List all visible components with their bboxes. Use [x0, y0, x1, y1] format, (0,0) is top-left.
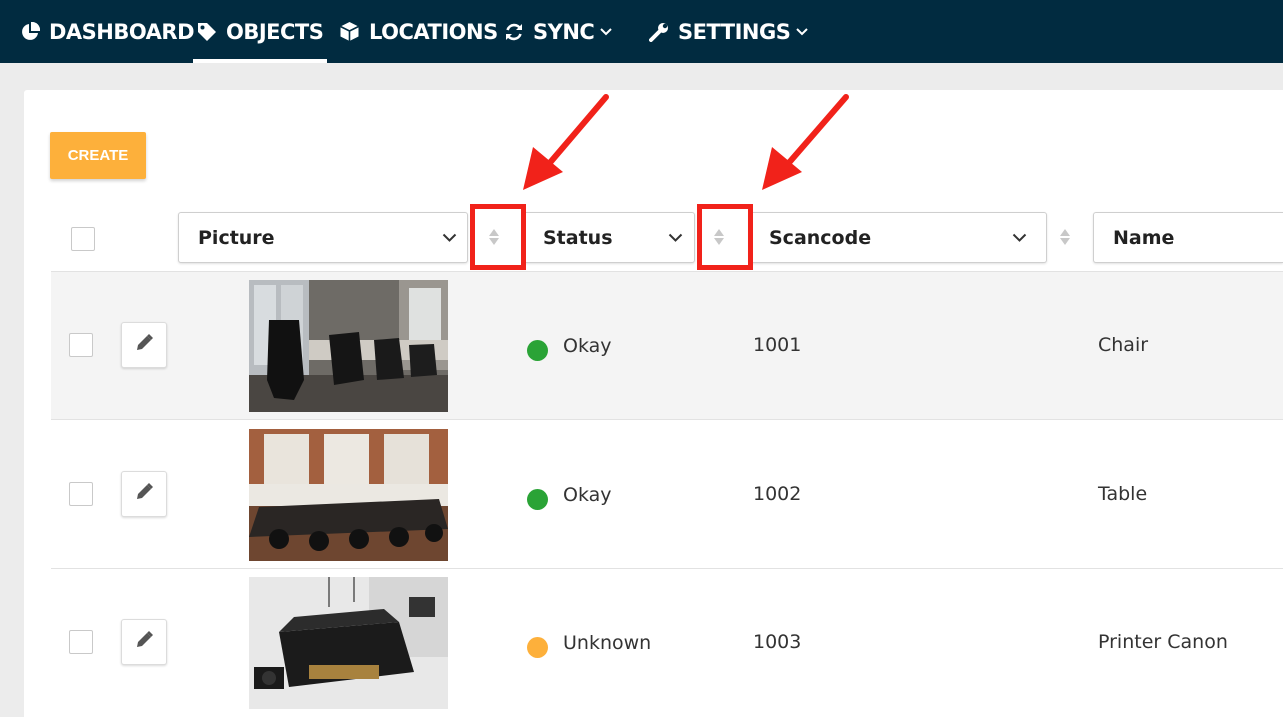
row-checkbox[interactable]: [69, 630, 93, 654]
table-row[interactable]: Okay 1001 Chair: [51, 272, 1283, 420]
table-row[interactable]: Okay 1002 Table: [51, 421, 1283, 569]
edit-button[interactable]: [121, 619, 167, 665]
scancode-text: 1003: [753, 631, 802, 653]
sort-icon[interactable]: [1058, 226, 1072, 248]
edit-button[interactable]: [121, 322, 167, 368]
nav-label: LOCATIONS: [369, 19, 498, 44]
annotation-highlight-box: [697, 204, 753, 270]
nav-item-locations[interactable]: LOCATIONS: [339, 0, 498, 63]
column-label: Status: [543, 226, 613, 249]
edit-button[interactable]: [121, 471, 167, 517]
column-select-name[interactable]: Name: [1093, 212, 1283, 263]
top-navigation-bar: DASHBOARD OBJECTS LOCATIONS SYNC SETTING…: [0, 0, 1283, 63]
column-label: Picture: [198, 226, 275, 249]
nav-item-objects[interactable]: OBJECTS: [193, 0, 328, 63]
tag-icon: [197, 22, 217, 42]
column-select-status[interactable]: Status: [523, 212, 695, 263]
nav-item-dashboard[interactable]: DASHBOARD: [20, 0, 195, 63]
status-indicator-dot: [527, 340, 548, 361]
nav-label: OBJECTS: [226, 19, 324, 44]
nav-item-settings[interactable]: SETTINGS: [649, 0, 809, 63]
conference-table-photo: [249, 429, 448, 561]
printer-photo: [249, 577, 448, 709]
pencil-icon: [134, 333, 154, 358]
scancode-text: 1002: [753, 483, 802, 505]
column-label: Scancode: [769, 226, 872, 249]
nav-item-sync[interactable]: SYNC: [504, 0, 613, 63]
annotation-highlight-box: [470, 204, 526, 270]
pencil-icon: [134, 630, 154, 655]
scancode-text: 1001: [753, 334, 802, 356]
status-text: Okay: [563, 335, 612, 357]
row-checkbox[interactable]: [69, 333, 93, 357]
office-chairs-photo: [249, 280, 448, 412]
column-label: Name: [1113, 226, 1175, 249]
nav-label: SYNC: [533, 19, 595, 44]
wrench-icon: [649, 22, 669, 42]
chevron-down-icon: [442, 230, 457, 248]
column-select-scancode[interactable]: Scancode: [749, 212, 1047, 263]
name-text: Printer Canon: [1098, 631, 1228, 653]
pie-chart-icon: [20, 21, 40, 42]
row-checkbox[interactable]: [69, 482, 93, 506]
status-indicator-dot: [527, 637, 548, 658]
cube-icon: [339, 21, 360, 42]
status-text: Unknown: [563, 632, 652, 654]
create-button[interactable]: CREATE: [50, 132, 146, 179]
pencil-icon: [134, 482, 154, 507]
nav-label: SETTINGS: [678, 19, 791, 44]
name-text: Chair: [1098, 334, 1149, 356]
nav-label: DASHBOARD: [49, 19, 195, 44]
status-text: Okay: [563, 484, 612, 506]
chevron-down-icon: [1012, 230, 1027, 248]
table-row[interactable]: Unknown 1003 Printer Canon: [51, 569, 1283, 717]
chevron-down-icon: [668, 230, 683, 248]
name-text: Table: [1098, 483, 1148, 505]
select-all-checkbox[interactable]: [71, 227, 95, 251]
status-indicator-dot: [527, 489, 548, 510]
refresh-icon: [504, 22, 524, 42]
chevron-down-icon: [796, 27, 809, 36]
column-select-picture[interactable]: Picture: [178, 212, 468, 263]
chevron-down-icon: [600, 27, 613, 36]
